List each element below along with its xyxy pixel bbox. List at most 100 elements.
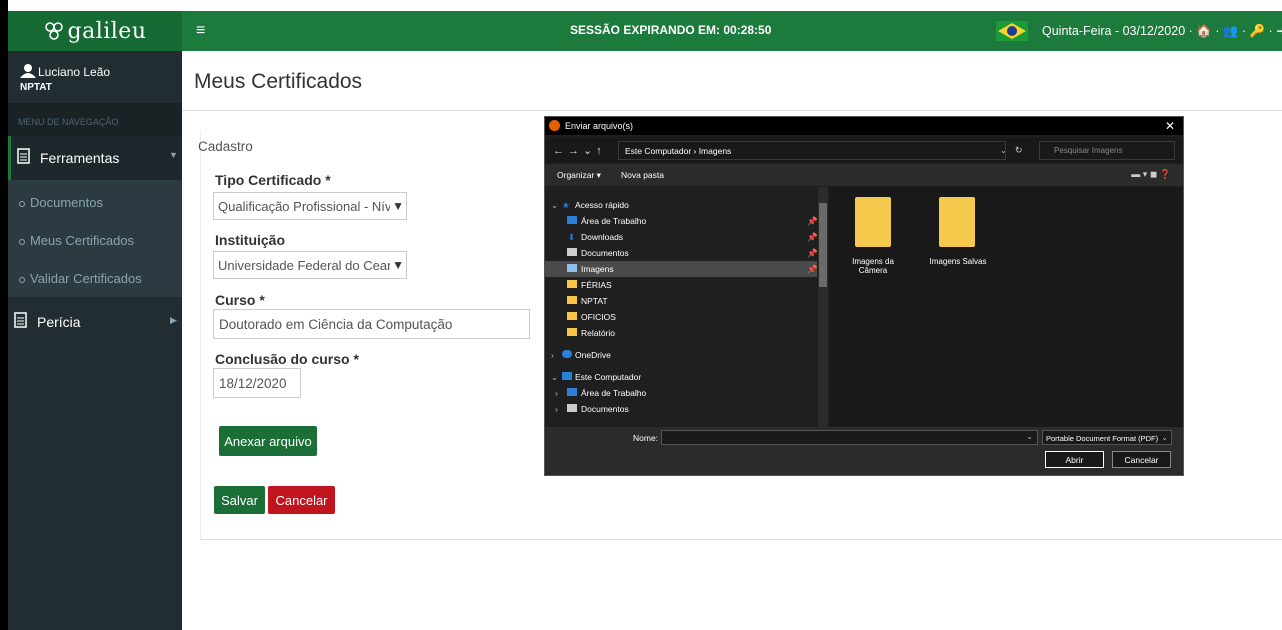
salvar-button[interactable]: Salvar — [214, 486, 265, 514]
tree-item[interactable]: ⬇ Downloads 📌 — [545, 229, 818, 245]
chevron-right-icon: ▶ — [170, 315, 177, 325]
nova-pasta-button[interactable]: Nova pasta — [621, 170, 664, 180]
tree-label: Documentos — [581, 404, 629, 414]
circle-icon — [19, 276, 25, 283]
tree-item-selected[interactable]: Imagens 📌 — [545, 261, 818, 277]
tipo-value: Qualificação Profissional - Nível — [218, 199, 402, 214]
sidebar-subitem-validar-certificados[interactable]: Validar Certificados — [19, 271, 142, 286]
tree-label: Acesso rápido — [575, 200, 629, 210]
expand-icon: › — [555, 388, 558, 398]
document-icon — [14, 312, 27, 328]
tree-scrollbar[interactable] — [818, 187, 828, 427]
tree-item[interactable]: ⌄ Este Computador — [545, 369, 817, 385]
file-label[interactable]: Imagens da Câmera — [841, 257, 905, 275]
document-icon — [17, 148, 30, 164]
dialog-cancelar-button[interactable]: Cancelar — [1112, 451, 1171, 468]
cloud-icon — [562, 350, 572, 358]
tree-item[interactable]: ⌄ ★ Acesso rápido — [545, 197, 817, 213]
sidebar-subitem-documentos[interactable]: Documentos — [19, 195, 103, 210]
brazil-flag-icon — [996, 21, 1028, 41]
user-icon — [20, 64, 36, 78]
tree-label: Este Computador — [575, 372, 642, 382]
subitem-label: Validar Certificados — [30, 271, 142, 286]
tree-label: Área de Trabalho — [581, 216, 647, 226]
circle-icon — [19, 238, 25, 245]
user-panel: Luciano Leão NPTAT — [8, 51, 182, 103]
conclusao-label: Conclusão do curso * — [215, 351, 359, 367]
tree-item[interactable]: OFICIOS — [545, 309, 817, 325]
organizar-button[interactable]: Organizar ▾ — [557, 170, 601, 181]
tree-item[interactable]: FÉRIAS — [545, 277, 817, 293]
section-title: Cadastro — [198, 139, 253, 154]
file-type-select[interactable]: Portable Document Format (PDF) ⌄ — [1042, 430, 1172, 445]
user-unit: NPTAT — [20, 82, 52, 93]
sidebar-subitem-meus-certificados[interactable]: Meus Certificados — [19, 233, 134, 248]
sidebar-item-ferramentas[interactable]: Ferramentas ▼ — [8, 136, 182, 180]
filename-input[interactable]: ⌄ — [661, 430, 1038, 445]
search-placeholder: Pesquisar Imagens — [1054, 146, 1123, 155]
abrir-button[interactable]: Abrir — [1045, 451, 1104, 468]
documents-icon — [567, 248, 577, 256]
circle-icon — [19, 200, 25, 207]
folder-icon[interactable] — [855, 197, 891, 247]
date-info: Quinta-Feira - 03/12/2020 · 🏠 · 👥 · 🔑 · … — [1042, 24, 1282, 38]
view-options-icon[interactable]: ▬ ▾ ◼ ❓ — [1131, 169, 1171, 180]
app-logo[interactable]: galileu — [8, 11, 182, 51]
instituicao-select[interactable]: Universidade Federal do Ceará ▼ — [213, 251, 407, 279]
pin-icon: 📌 — [807, 232, 818, 242]
tree-label: Relatório — [581, 328, 616, 338]
chevron-down-icon[interactable]: ⌄ — [1000, 146, 1007, 155]
tree-label: Documentos — [581, 248, 629, 258]
download-icon: ⬇ — [568, 232, 576, 242]
nav-arrows[interactable]: ←→⌄↑ — [553, 144, 606, 157]
firefox-icon — [549, 120, 560, 131]
curso-input[interactable]: Doutorado em Ciência da Computação — [213, 309, 530, 339]
expand-icon: ⌄ — [551, 200, 559, 210]
pin-icon: 📌 — [807, 264, 818, 274]
expand-icon: › — [551, 350, 554, 360]
subitem-label: Meus Certificados — [30, 233, 135, 248]
file-label[interactable]: Imagens Salvas — [923, 257, 993, 266]
dialog-titlebar[interactable]: Enviar arquivo(s) ✕ — [545, 117, 1183, 135]
chevron-down-icon: ▼ — [169, 150, 178, 160]
expand-icon: › — [555, 404, 558, 414]
search-input[interactable]: Pesquisar Imagens — [1039, 141, 1175, 160]
subitem-label: Documentos — [30, 195, 103, 210]
left-edge — [0, 0, 8, 630]
tipo-select[interactable]: Qualificação Profissional - Nível ▼ — [213, 192, 407, 220]
documents-icon — [567, 404, 577, 412]
sidebar-item-label: Ferramentas — [40, 150, 120, 166]
divider — [182, 110, 1282, 111]
close-icon[interactable]: ✕ — [1165, 119, 1175, 133]
conclusao-date-input[interactable]: 18/12/2020 — [213, 368, 301, 398]
app-frame: galileu ≡ SESSÃO EXPIRANDO EM: 00:28:50 … — [0, 0, 1282, 630]
tree-label: OFICIOS — [581, 312, 616, 322]
session-timer: SESSÃO EXPIRANDO EM: 00:28:50 — [570, 23, 772, 37]
tree-item[interactable]: › Documentos — [545, 401, 817, 417]
tree-item[interactable]: Relatório — [545, 325, 817, 341]
tree-item[interactable]: Documentos 📌 — [545, 245, 818, 261]
tree-item[interactable]: Área de Trabalho 📌 — [545, 213, 818, 229]
tree-item[interactable]: › OneDrive — [545, 347, 817, 363]
cancelar-button[interactable]: Cancelar — [268, 486, 335, 514]
tree-item[interactable]: › Área de Trabalho — [545, 385, 817, 401]
anexar-arquivo-button[interactable]: Anexar arquivo — [219, 426, 317, 456]
tree-label: NPTAT — [581, 296, 608, 306]
refresh-icon[interactable]: ↻ — [1015, 145, 1023, 156]
hamburger-icon[interactable]: ≡ — [196, 22, 205, 40]
dropdown-arrow-icon: ▼ — [390, 258, 404, 272]
folder-icon — [567, 312, 577, 320]
sidebar-item-pericia[interactable]: Perícia ▶ — [8, 305, 182, 339]
tree-item[interactable]: NPTAT — [545, 293, 817, 309]
path-box[interactable]: Este Computador › Imagens — [618, 141, 1006, 160]
scrollbar-thumb[interactable] — [819, 203, 827, 287]
folder-icon[interactable] — [939, 197, 975, 247]
logo-text: galileu — [67, 18, 147, 44]
desktop-icon — [567, 388, 577, 396]
folder-icon — [567, 328, 577, 336]
sidebar-item-label: Perícia — [37, 314, 81, 330]
instituicao-label: Instituição — [215, 232, 286, 248]
tipo-label: Tipo Certificado * — [215, 172, 331, 188]
user-name: Luciano Leão — [38, 65, 111, 79]
computer-icon — [562, 372, 572, 380]
